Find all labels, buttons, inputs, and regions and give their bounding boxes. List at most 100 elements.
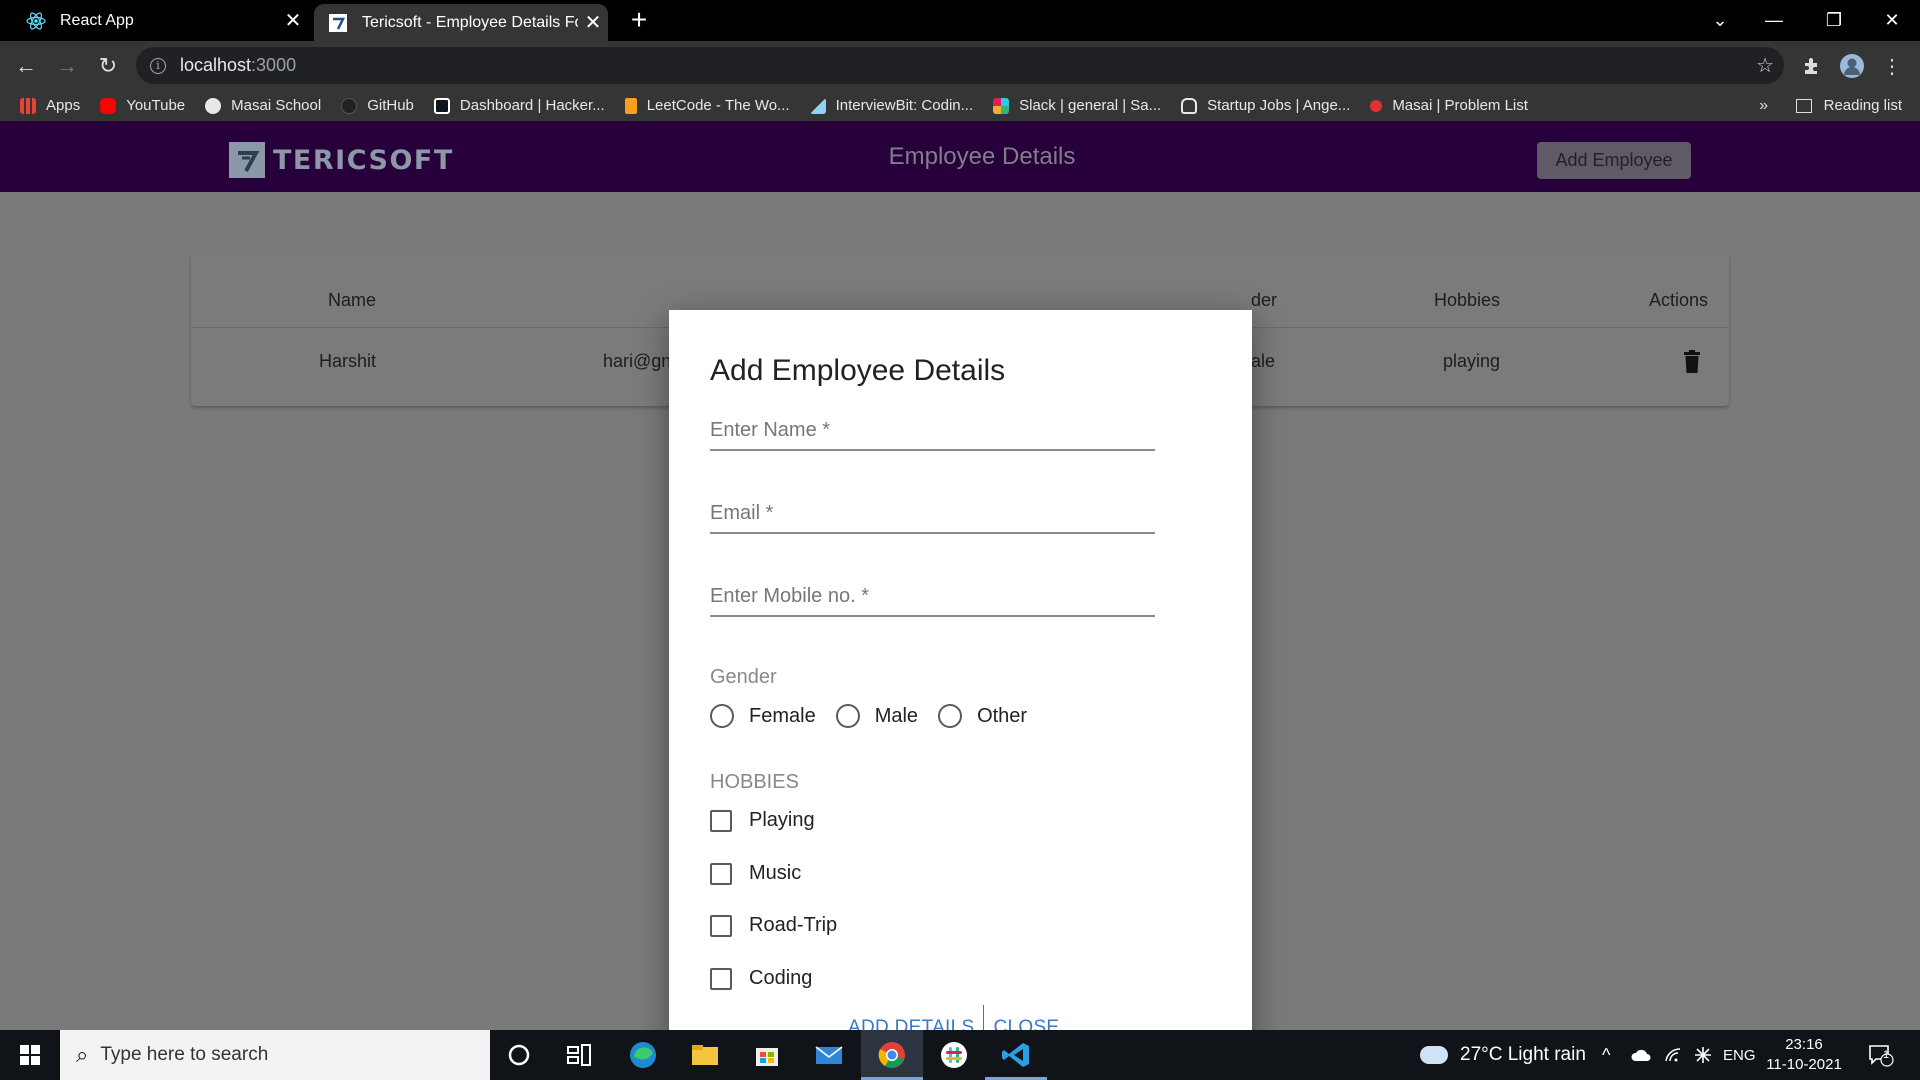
app-header: TERICSOFT Employee Details Add Employee: [0, 121, 1920, 192]
bookmarks-overflow-chevron-icon[interactable]: »: [1759, 97, 1768, 115]
cloud-rain-icon: [1420, 1046, 1448, 1064]
tab-react-app[interactable]: React App ✕: [12, 0, 308, 41]
mobile-field[interactable]: Enter Mobile no. *: [710, 577, 1155, 617]
youtube-icon: [100, 97, 117, 114]
network-icon[interactable]: [1694, 1030, 1712, 1080]
weather-widget[interactable]: 27°C Light rain: [1420, 1030, 1586, 1080]
bookmark-interviewbit[interactable]: InterviewBit: Codin...: [809, 97, 973, 114]
clock-date: 11-10-2021: [1766, 1056, 1842, 1073]
windows-start-icon[interactable]: [10, 1042, 50, 1068]
dialog-title: Add Employee Details: [710, 354, 1006, 387]
taskbar-clock[interactable]: 23:16 11-10-2021: [1762, 1035, 1846, 1075]
email-field[interactable]: Email *: [710, 494, 1155, 534]
reading-list-button[interactable]: Reading list: [1795, 90, 1902, 121]
bookmark-star-icon[interactable]: ☆: [1756, 53, 1774, 78]
windows-taskbar: ⌕ Type here to search 27°C Light rain ^ …: [0, 1030, 1920, 1080]
browser-toolbar: ← → ↻ i localhost:3000 ☆ ⋮: [0, 41, 1920, 90]
wifi-icon[interactable]: [1664, 1030, 1682, 1080]
github-icon: [341, 97, 358, 114]
restore-button[interactable]: ❐: [1806, 0, 1862, 41]
name-field[interactable]: Enter Name *: [710, 411, 1155, 451]
hobby-checkbox-coding[interactable]: Coding: [710, 967, 812, 990]
reading-list-icon: [1795, 98, 1812, 113]
tray-chevron-up-icon[interactable]: ^: [1602, 1030, 1610, 1080]
checkbox-box[interactable]: [710, 914, 732, 937]
address-bar[interactable]: i localhost:3000 ☆: [136, 47, 1784, 84]
language-indicator[interactable]: ENG: [1723, 1030, 1756, 1080]
slack-app-icon[interactable]: [937, 1039, 971, 1071]
gender-radio-female[interactable]: Female: [710, 704, 816, 728]
mail-icon[interactable]: [812, 1039, 846, 1071]
radio-circle[interactable]: [835, 704, 860, 728]
file-explorer-icon[interactable]: [688, 1039, 722, 1071]
bookmark-apps[interactable]: Apps: [20, 97, 80, 114]
bookmark-angellist[interactable]: Startup Jobs | Ange...: [1181, 97, 1350, 114]
email-field-label: Email *: [710, 502, 774, 524]
angellist-icon: [1181, 97, 1198, 114]
extensions-puzzle-icon[interactable]: [1796, 50, 1828, 82]
checkbox-box[interactable]: [710, 967, 732, 990]
profile-avatar[interactable]: [1836, 50, 1868, 82]
gender-radio-other[interactable]: Other: [938, 704, 1027, 728]
bookmark-slack[interactable]: Slack | general | Sa...: [993, 97, 1161, 114]
name-field-label: Enter Name *: [710, 419, 831, 441]
mobile-field-label: Enter Mobile no. *: [710, 585, 869, 607]
hobby-checkbox-road-trip[interactable]: Road-Trip: [710, 914, 837, 937]
tab-search-chevron-down-icon[interactable]: ⌄: [1692, 0, 1748, 41]
radio-circle[interactable]: [710, 704, 734, 728]
column-header-actions: Actions: [1649, 290, 1709, 310]
close-icon[interactable]: ✕: [578, 10, 608, 35]
bookmark-github[interactable]: GitHub: [341, 97, 414, 114]
bookmark-leetcode[interactable]: LeetCode - The Wo...: [624, 97, 790, 114]
react-icon: [26, 11, 46, 31]
address-url: localhost:3000: [180, 55, 297, 75]
gender-radio-male[interactable]: Male: [835, 704, 918, 728]
taskbar-search-input[interactable]: ⌕ Type here to search: [60, 1030, 490, 1080]
add-employee-dialog: Add Employee Details Enter Name * Email …: [669, 310, 1252, 1080]
bookmark-youtube[interactable]: YouTube: [100, 97, 185, 114]
app-content: TERICSOFT Employee Details Add Employee …: [0, 121, 1920, 1080]
hobby-checkbox-playing[interactable]: Playing: [710, 809, 815, 832]
bookmark-masai-school[interactable]: Masai School: [205, 97, 321, 114]
new-tab-button[interactable]: +: [624, 6, 654, 36]
more-menu-icon[interactable]: ⋮: [1876, 50, 1908, 82]
close-icon[interactable]: ✕: [278, 8, 308, 33]
trash-icon[interactable]: [1683, 350, 1701, 374]
notification-count: 1: [1883, 1049, 1890, 1061]
globe-icon: [205, 97, 222, 114]
info-icon[interactable]: i: [150, 57, 166, 74]
notification-center-icon[interactable]: 1: [1868, 1030, 1894, 1080]
cell-name: Harshit: [319, 351, 377, 371]
onedrive-cloud-icon[interactable]: [1630, 1030, 1652, 1080]
bookmark-masai-problems[interactable]: Masai | Problem List: [1370, 97, 1528, 114]
interviewbit-icon: [809, 97, 826, 114]
add-employee-button[interactable]: Add Employee: [1537, 142, 1691, 179]
edge-browser-icon[interactable]: [626, 1039, 660, 1071]
hobby-checkbox-music[interactable]: Music: [710, 862, 801, 885]
checkbox-box[interactable]: [710, 809, 732, 832]
vscode-icon[interactable]: [999, 1039, 1033, 1071]
tab-tericsoft[interactable]: Tericsoft - Employee Details Form ✕: [314, 4, 608, 41]
gender-radio-group: Female Male Other: [710, 704, 1047, 728]
window-close-button[interactable]: ✕: [1864, 0, 1920, 41]
cell-hobbies: playing: [1443, 351, 1501, 371]
back-arrow-icon[interactable]: ←: [10, 50, 42, 82]
bookmarks-bar: Apps YouTube Masai School GitHub Dashboa…: [0, 90, 1920, 121]
masai-icon: [1370, 99, 1383, 112]
reload-icon[interactable]: ↻: [92, 50, 124, 82]
column-header-gender: der: [1251, 290, 1278, 310]
hobbies-label: HOBBIES: [710, 771, 799, 793]
task-view-icon[interactable]: [562, 1039, 596, 1071]
store-icon[interactable]: [750, 1039, 784, 1071]
tab-title: React App: [60, 11, 134, 29]
gender-label: Gender: [710, 666, 777, 688]
minimize-button[interactable]: —: [1746, 0, 1802, 41]
slack-icon: [993, 97, 1010, 114]
cortana-icon[interactable]: [502, 1039, 536, 1071]
radio-circle[interactable]: [938, 704, 963, 728]
chrome-icon[interactable]: [875, 1039, 909, 1071]
forward-arrow-icon[interactable]: →: [51, 50, 83, 82]
checkbox-box[interactable]: [710, 862, 732, 885]
bookmark-hackerrank[interactable]: Dashboard | Hacker...: [433, 97, 605, 114]
search-icon: ⌕: [76, 1042, 89, 1067]
